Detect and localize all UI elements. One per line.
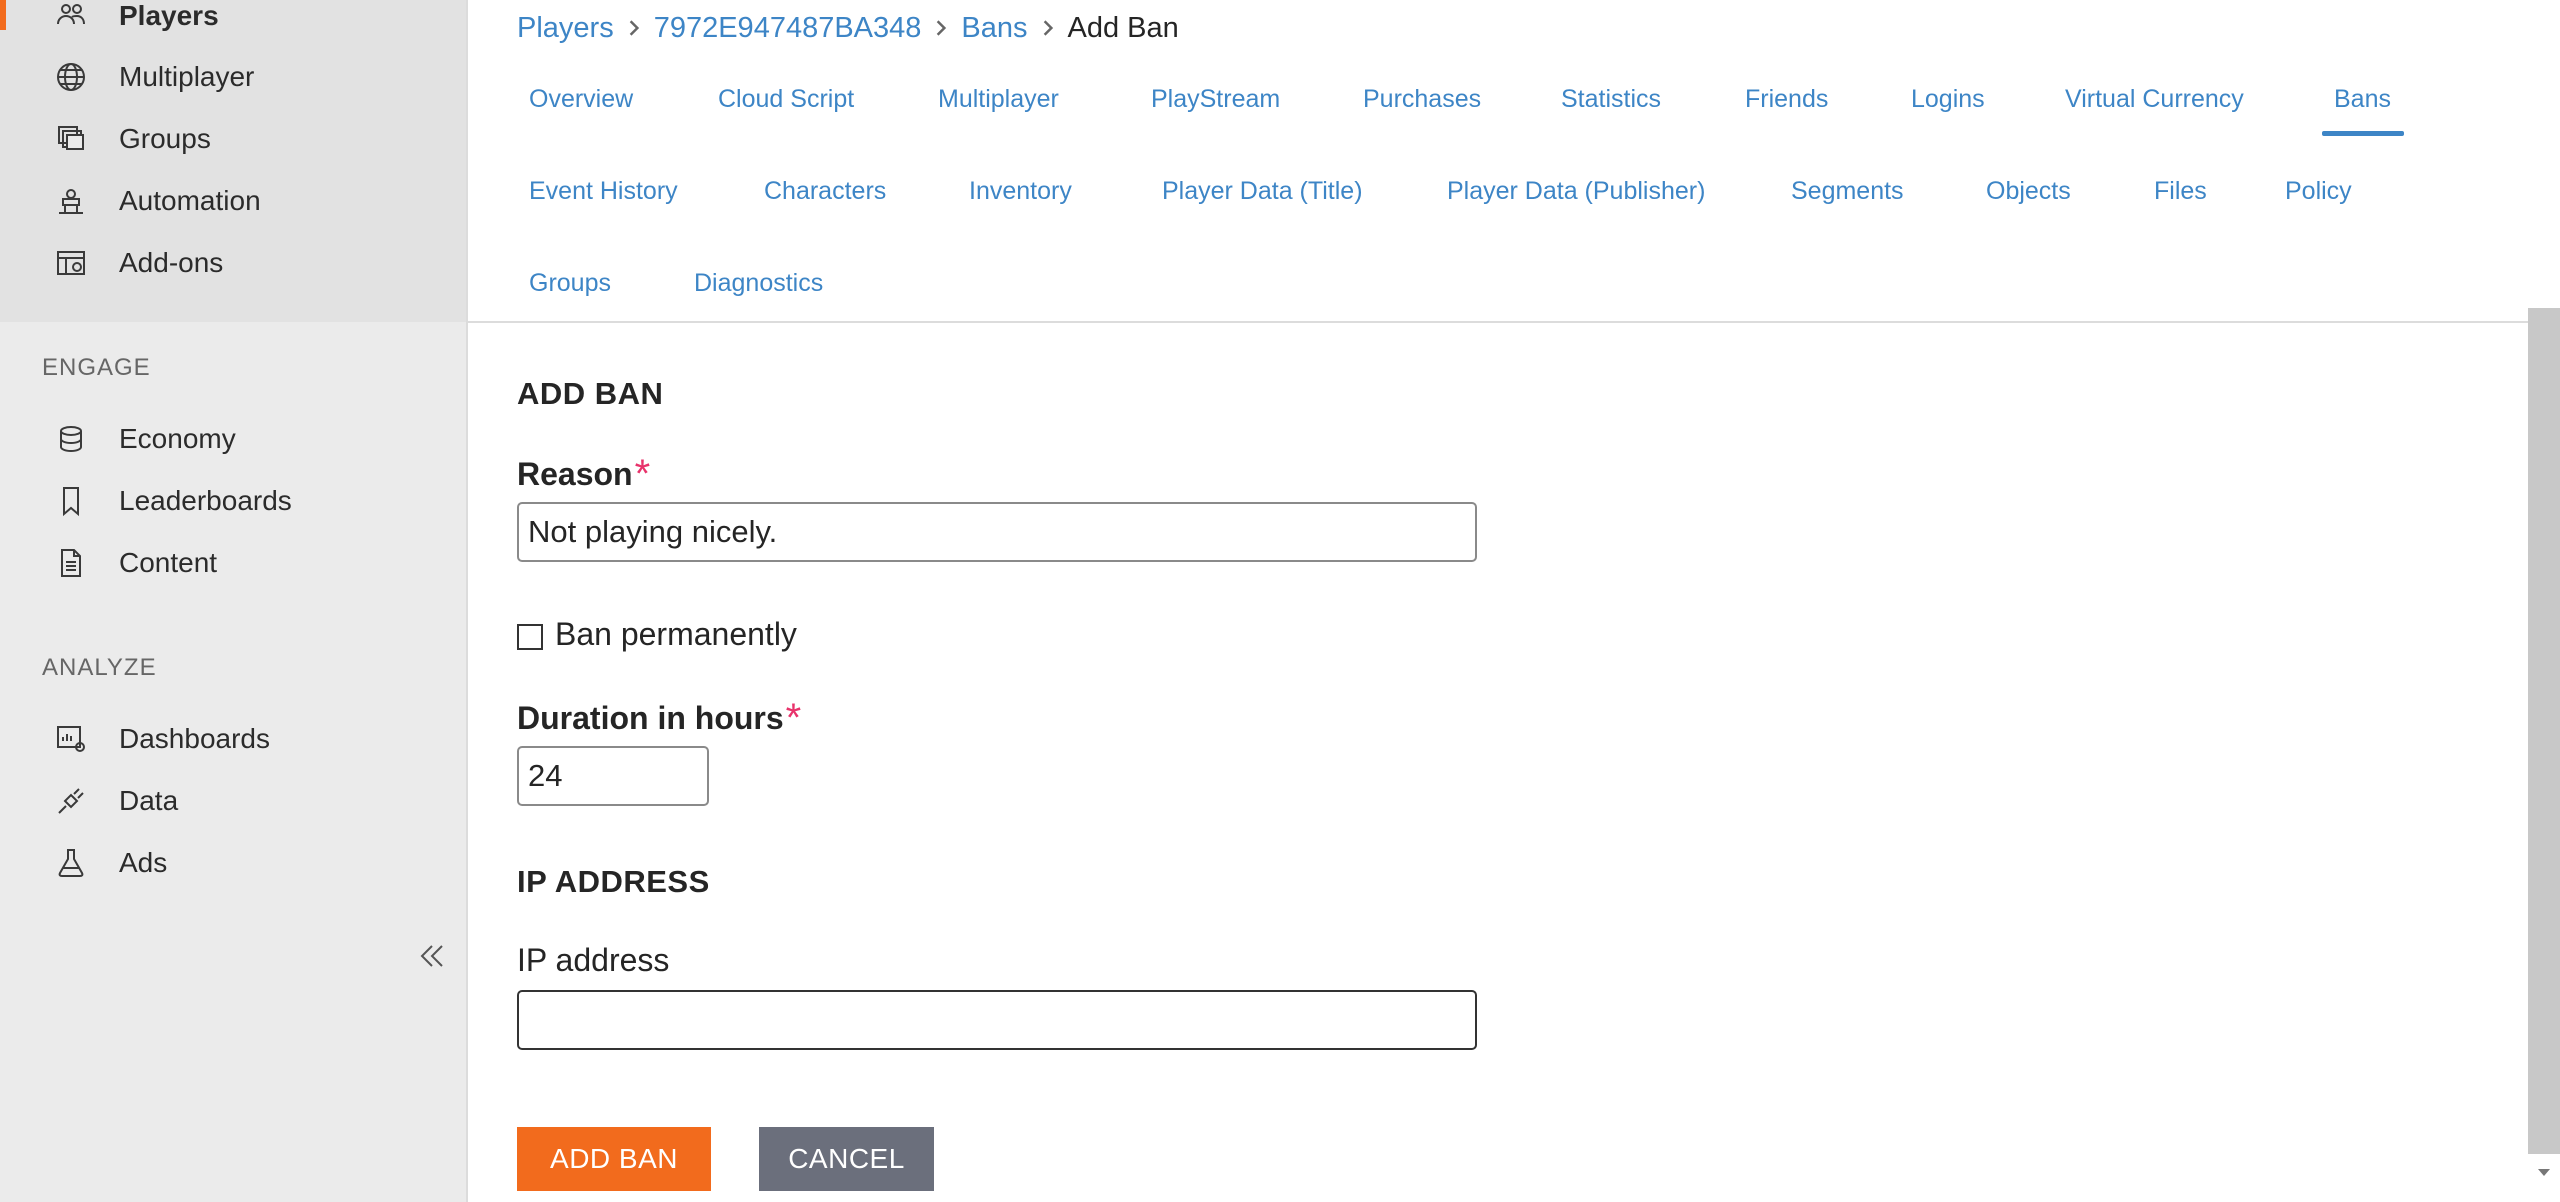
sidebar-item-label: Dashboards (119, 723, 270, 754)
chevron-right-icon (921, 19, 961, 37)
add-ban-heading: ADD BAN (517, 376, 664, 411)
plug-icon (54, 784, 88, 818)
bookmark-icon (54, 484, 88, 518)
active-tab-underline (2322, 131, 2404, 136)
sidebar-item-label: Data (119, 785, 179, 816)
sidebar-item-label: Ads (119, 847, 168, 878)
ip-address-heading: IP ADDRESS (517, 864, 710, 899)
flask-icon (54, 846, 88, 880)
duration-input[interactable] (517, 746, 709, 806)
tab-files[interactable]: Files (2154, 177, 2207, 206)
scrollbar-thumb[interactable] (2528, 308, 2560, 1154)
tab-overview[interactable]: Overview (529, 85, 633, 114)
ip-address-input[interactable] (517, 990, 1477, 1050)
chevron-right-icon (1028, 19, 1068, 37)
sidebar-item-label: Content (119, 547, 218, 578)
tab-policy[interactable]: Policy (2285, 177, 2352, 206)
tab-friends[interactable]: Friends (1745, 85, 1828, 114)
tab-statistics[interactable]: Statistics (1561, 85, 1661, 114)
tab-purchases[interactable]: Purchases (1363, 85, 1481, 114)
sidebar: Players Multiplayer Groups Automation Ad… (0, 0, 468, 1202)
tab-bans[interactable]: Bans (2334, 85, 2391, 114)
tab-multiplayer[interactable]: Multiplayer (938, 85, 1059, 114)
sidebar-item-leaderboards[interactable]: Leaderboards (0, 477, 466, 525)
sidebar-item-content[interactable]: Content (0, 539, 466, 587)
reason-input[interactable] (517, 502, 1477, 562)
tab-segments[interactable]: Segments (1791, 177, 1904, 206)
globe-icon (54, 60, 88, 94)
chevron-right-icon (614, 19, 654, 37)
analyze-header: ANALYZE (42, 654, 157, 681)
players-icon (54, 0, 88, 33)
tabs-divider (468, 321, 2528, 323)
tab-event-history[interactable]: Event History (529, 177, 678, 206)
breadcrumb-players[interactable]: Players (517, 12, 614, 45)
required-marker: * (634, 452, 651, 496)
sidebar-item-label: Players (119, 0, 219, 31)
sidebar-item-label: Add-ons (119, 247, 224, 278)
tab-inventory[interactable]: Inventory (969, 177, 1072, 206)
sidebar-item-groups[interactable]: Groups (0, 115, 466, 163)
tab-logins[interactable]: Logins (1911, 85, 1985, 114)
sidebar-item-label: Economy (119, 423, 236, 454)
sidebar-item-label: Groups (119, 123, 211, 154)
sidebar-item-data[interactable]: Data (0, 777, 466, 825)
breadcrumb-player-id[interactable]: 7972E947487BA348 (654, 12, 922, 45)
breadcrumb: Players 7972E947487BA348 Bans Add Ban (517, 8, 1179, 48)
economy-icon (54, 422, 88, 456)
breadcrumb-bans[interactable]: Bans (961, 12, 1027, 45)
document-icon (54, 546, 88, 580)
tab-characters[interactable]: Characters (764, 177, 886, 206)
sidebar-item-multiplayer[interactable]: Multiplayer (0, 53, 466, 101)
reason-label-text: Reason (517, 456, 633, 492)
collapse-sidebar-button[interactable] (412, 936, 452, 976)
duration-label: Duration in hours* (517, 696, 801, 741)
engage-header: ENGAGE (42, 354, 151, 381)
sidebar-item-ads[interactable]: Ads (0, 839, 466, 887)
ip-address-label: IP address (517, 942, 670, 978)
tab-cloud-script[interactable]: Cloud Script (718, 85, 854, 114)
tab-virtual-currency[interactable]: Virtual Currency (2065, 85, 2244, 114)
breadcrumb-add-ban: Add Ban (1067, 11, 1179, 44)
tab-playstream[interactable]: PlayStream (1151, 85, 1280, 114)
tab-player-data-title[interactable]: Player Data (Title) (1162, 177, 1363, 206)
cancel-button[interactable]: CANCEL (759, 1127, 934, 1191)
sidebar-item-economy[interactable]: Economy (0, 415, 466, 463)
automation-icon (54, 184, 88, 218)
sidebar-item-add-ons[interactable]: Add-ons (0, 239, 466, 287)
add-ons-icon (54, 246, 88, 280)
tab-diagnostics[interactable]: Diagnostics (694, 269, 823, 298)
sidebar-item-label: Automation (119, 185, 261, 216)
tab-groups[interactable]: Groups (529, 269, 611, 298)
ban-permanently-label[interactable]: Ban permanently (555, 616, 797, 653)
reason-label: Reason* (517, 452, 650, 497)
sidebar-item-label: Leaderboards (119, 485, 292, 516)
tab-objects[interactable]: Objects (1986, 177, 2071, 206)
required-marker: * (785, 696, 802, 740)
duration-label-text: Duration in hours (517, 700, 784, 736)
sidebar-item-label: Multiplayer (119, 61, 255, 92)
dashboard-icon (54, 722, 88, 756)
scroll-down-arrow-icon[interactable] (2534, 1162, 2554, 1182)
sidebar-item-automation[interactable]: Automation (0, 177, 466, 225)
add-ban-button[interactable]: ADD BAN (517, 1127, 711, 1191)
groups-icon (54, 122, 88, 156)
tab-player-data-publisher[interactable]: Player Data (Publisher) (1447, 177, 1705, 206)
sidebar-item-players[interactable]: Players (0, 0, 466, 40)
ban-permanently-checkbox[interactable] (517, 624, 543, 650)
sidebar-item-dashboards[interactable]: Dashboards (0, 715, 466, 763)
double-chevron-left-icon (420, 945, 443, 967)
